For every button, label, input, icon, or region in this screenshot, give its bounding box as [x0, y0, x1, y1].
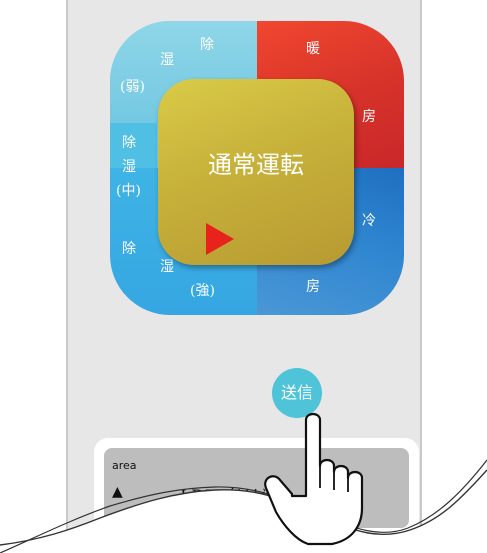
play-triangle-icon [206, 223, 234, 255]
label-cooling-2: 房 [306, 279, 320, 295]
label-dehumidify-weak-2: 湿 [160, 52, 174, 68]
label-cooling-1: 冷 [362, 213, 376, 229]
label-dehumidify-mid-2: 湿 [122, 159, 136, 175]
normal-operation-button[interactable]: 通常運転 [158, 79, 354, 265]
area-up-arrow-icon[interactable]: ▲ [112, 484, 123, 500]
label-dehumidify-strong-2: 湿 [160, 259, 174, 275]
normal-operation-label: 通常運転 [208, 151, 304, 179]
label-dehumidify-strong-1: 除 [122, 241, 136, 257]
area-caption: area [112, 459, 137, 472]
label-dehumidify-weak-3: (弱) [120, 79, 145, 95]
label-dehumidify-mid-1: 除 [122, 135, 136, 151]
pointing-hand-icon [264, 412, 364, 546]
label-dehumidify-weak-1: 除 [200, 37, 214, 53]
label-dehumidify-strong-3: (強) [190, 283, 215, 299]
label-dehumidify-mid-3: (中) [116, 183, 141, 199]
area-name: LDK（リビ [180, 487, 269, 507]
label-heating-1: 暖 [306, 41, 320, 57]
label-heating-2: 房 [362, 109, 376, 125]
